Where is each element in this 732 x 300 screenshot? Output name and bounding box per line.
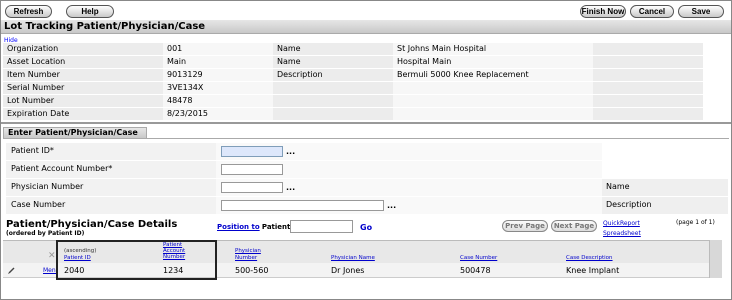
info-filler [273, 81, 393, 95]
item-number-value: 9013129 [163, 68, 273, 82]
description-value: Bermuli 5000 Knee Replacement [393, 68, 593, 82]
info-filler [273, 94, 393, 108]
case-description-value [708, 197, 728, 214]
next-page-button[interactable]: Next Page [551, 220, 597, 232]
section-underline [3, 138, 729, 139]
case-number-input[interactable] [221, 200, 384, 211]
asset-location-value: Main [163, 55, 273, 69]
position-to-link[interactable]: Position to [217, 223, 260, 231]
info-filler [593, 55, 703, 69]
physician-name-value [708, 179, 728, 196]
highlight-box [56, 240, 217, 280]
details-title: Patient/Physician/Case Details [6, 219, 178, 230]
case-number-label: Case Number [6, 197, 216, 214]
physician-number-cell: ... [216, 179, 602, 196]
prev-page-button[interactable]: Prev Page [502, 220, 548, 232]
physician-lookup-icon[interactable]: ... [286, 184, 295, 192]
position-to: Position to Patient ID [217, 223, 301, 231]
cancel-button[interactable]: Cancel [630, 5, 674, 18]
cell-case-number: 500478 [460, 266, 491, 275]
case-number-cell: ... [216, 197, 602, 214]
info-filler [593, 68, 703, 82]
edit-pencil-icon[interactable] [7, 266, 16, 277]
col-case-description[interactable]: Case Description [566, 255, 613, 261]
cell-physician-number: 500-560 [235, 266, 269, 275]
item-number-label: Item Number [3, 68, 163, 82]
serial-number-value: 3VE134X [163, 81, 273, 95]
name-label-2: Name [273, 55, 393, 69]
info-filler [273, 107, 393, 121]
col-physician-name[interactable]: Physician Name [331, 255, 375, 261]
info-filler [593, 43, 703, 56]
organization-value: 001 [163, 43, 273, 56]
position-to-input[interactable] [290, 220, 353, 233]
lot-number-label: Lot Number [3, 94, 163, 108]
name-label-1: Name [273, 43, 393, 56]
patient-id-cell: ... [216, 143, 602, 160]
organization-label: Organization [3, 43, 163, 56]
col-physician-number-1[interactable]: Physician [235, 248, 261, 254]
info-filler [593, 107, 703, 121]
expiration-date-label: Expiration Date [3, 107, 163, 121]
cell-physician-name: Dr Jones [331, 266, 365, 275]
info-filler [393, 107, 593, 121]
go-button[interactable]: Go [360, 223, 372, 232]
grid-scrollbar[interactable] [709, 240, 722, 278]
delete-icon[interactable]: ✕ [48, 252, 56, 261]
info-filler [593, 81, 703, 95]
name-value-1: St Johns Main Hospital [393, 43, 593, 56]
col-physician-number-2[interactable]: Number [235, 255, 257, 261]
serial-number-label: Serial Number [3, 81, 163, 95]
info-filler [393, 81, 593, 95]
patient-account-cell [216, 161, 602, 178]
section-separator [1, 122, 731, 124]
spreadsheet-link[interactable]: Spreadsheet [603, 230, 641, 237]
enter-section-title: Enter Patient/Physician/Case [3, 127, 147, 138]
lot-number-value: 48478 [163, 94, 273, 108]
physician-number-input[interactable] [221, 182, 283, 193]
page-title: Lot Tracking Patient/Physician/Case [1, 20, 731, 34]
patient-account-label: Patient Account Number* [6, 161, 216, 178]
info-filler [393, 94, 593, 108]
description-label: Description [273, 68, 393, 82]
patient-id-input[interactable] [221, 146, 283, 157]
details-subtitle: (ordered by Patient ID) [6, 230, 85, 237]
row-menu-link[interactable]: Menu [43, 266, 56, 275]
lot-info-table: Organization 001 Name St Johns Main Hosp… [3, 43, 703, 121]
page-info: (page 1 of 1) [676, 219, 715, 226]
patient-id-lookup-icon[interactable]: ... [286, 148, 295, 156]
case-lookup-icon[interactable]: ... [387, 202, 396, 210]
expiration-date-value: 8/23/2015 [163, 107, 273, 121]
save-button[interactable]: Save [678, 5, 724, 18]
col-case-number[interactable]: Case Number [460, 255, 497, 261]
physician-number-label: Physician Number [6, 179, 216, 196]
patient-id-label: Patient ID* [6, 143, 216, 160]
quick-report-link[interactable]: QuickReport [603, 220, 640, 227]
name-value-2: Hospital Main [393, 55, 593, 69]
help-button[interactable]: Help [66, 5, 114, 18]
physician-name-label: Name [602, 179, 708, 196]
patient-account-input[interactable] [221, 164, 283, 175]
case-description-label: Description [602, 197, 708, 214]
finish-now-button[interactable]: Finish Now [580, 5, 626, 18]
refresh-button[interactable]: Refresh [5, 5, 52, 18]
asset-location-label: Asset Location [3, 55, 163, 69]
info-filler [593, 94, 703, 108]
cell-case-description: Knee Implant [566, 266, 620, 275]
